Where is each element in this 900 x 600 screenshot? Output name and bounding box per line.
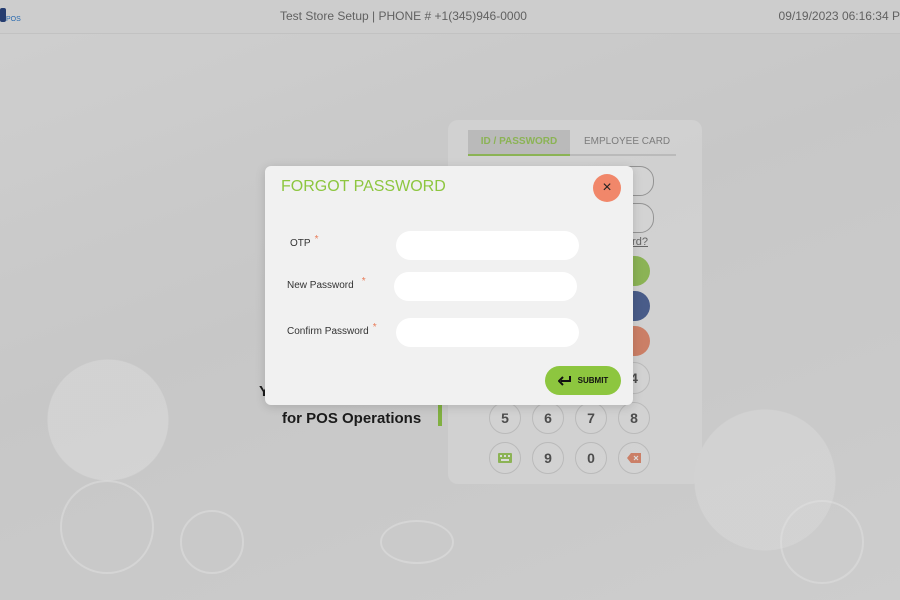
new-password-input[interactable] xyxy=(394,272,577,301)
confirm-password-label: Confirm Password * xyxy=(287,322,377,337)
close-button[interactable]: × xyxy=(593,174,621,202)
otp-label-text: OTP xyxy=(290,238,311,249)
required-marker: * xyxy=(314,234,319,245)
close-icon: × xyxy=(602,179,612,196)
otp-input[interactable] xyxy=(396,231,579,260)
required-marker: * xyxy=(361,276,366,287)
new-password-label-text: New Password xyxy=(287,280,354,291)
forgot-password-dialog: FORGOT PASSWORD × OTP * New Password * Con… xyxy=(265,166,633,405)
submit-label: SUBMIT xyxy=(577,376,609,385)
submit-button[interactable]: SUBMIT xyxy=(545,366,621,395)
confirm-password-input[interactable] xyxy=(396,318,579,347)
enter-icon xyxy=(557,375,571,386)
confirm-password-label-text: Confirm Password xyxy=(287,326,369,337)
required-marker: * xyxy=(372,322,377,333)
new-password-label: New Password * xyxy=(287,276,366,291)
dialog-title: FORGOT PASSWORD xyxy=(281,178,446,195)
otp-label: OTP * xyxy=(290,234,318,249)
